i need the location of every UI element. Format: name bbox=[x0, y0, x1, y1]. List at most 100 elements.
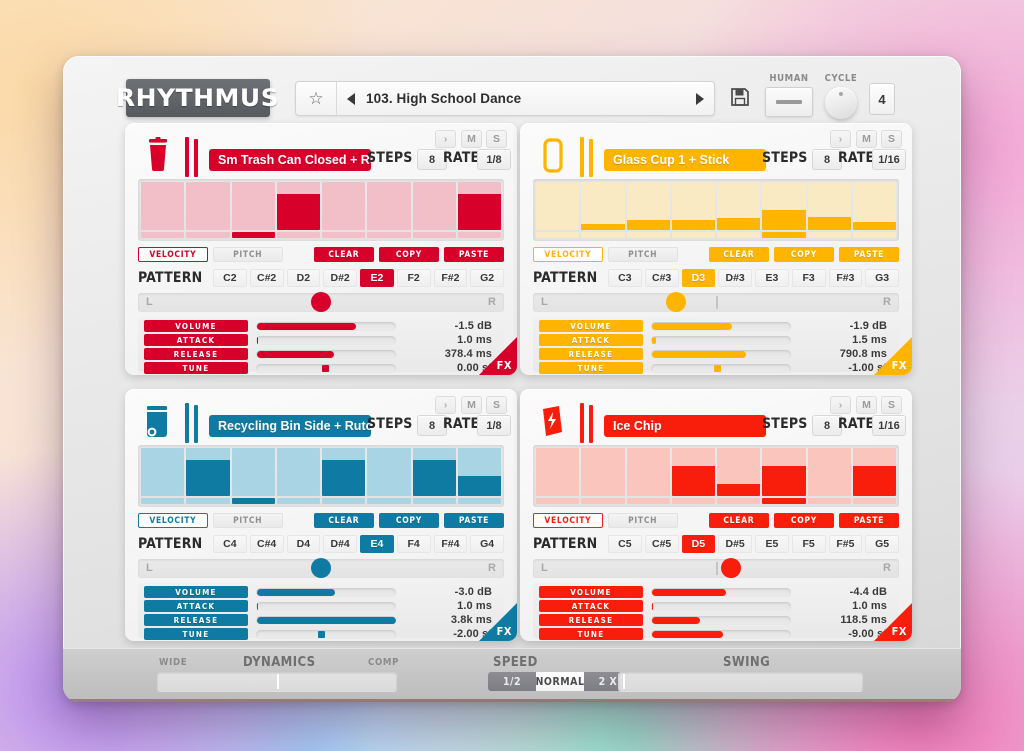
step-bar[interactable] bbox=[852, 182, 896, 230]
step-tick[interactable] bbox=[141, 498, 185, 504]
preset-browser[interactable]: ☆ 103. High School Dance bbox=[295, 81, 715, 116]
step-column[interactable] bbox=[322, 448, 366, 504]
param-slider-volume[interactable] bbox=[256, 587, 396, 597]
step-tick[interactable] bbox=[536, 232, 580, 238]
copy-button[interactable]: COPY bbox=[378, 513, 439, 528]
rate-value[interactable]: 1/16 bbox=[872, 415, 906, 436]
paste-button[interactable]: PASTE bbox=[838, 247, 899, 262]
param-slider-attack[interactable] bbox=[651, 335, 791, 345]
param-label-volume[interactable]: VOLUME bbox=[539, 320, 643, 332]
pattern-note[interactable]: E3 bbox=[755, 269, 789, 287]
param-label-release[interactable]: RELEASE bbox=[539, 348, 643, 360]
param-label-volume[interactable]: VOLUME bbox=[144, 586, 248, 598]
param-label-volume[interactable]: VOLUME bbox=[144, 320, 248, 332]
step-tick[interactable] bbox=[626, 232, 670, 238]
speed-selector[interactable]: 1/2 NORMAL 2 X bbox=[488, 672, 632, 691]
pattern-note[interactable]: C#3 bbox=[644, 269, 679, 287]
step-column[interactable] bbox=[807, 448, 851, 504]
step-bar[interactable] bbox=[186, 448, 230, 496]
step-bar[interactable] bbox=[626, 448, 670, 496]
param-slider-release[interactable] bbox=[256, 349, 396, 359]
fx-corner-button[interactable]: FX bbox=[471, 595, 517, 641]
fx-corner-button[interactable]: FX bbox=[471, 329, 517, 375]
param-label-release[interactable]: RELEASE bbox=[144, 348, 248, 360]
step-column[interactable] bbox=[186, 182, 230, 238]
step-tick[interactable] bbox=[367, 232, 411, 238]
step-tick[interactable] bbox=[852, 232, 896, 238]
step-tick[interactable] bbox=[231, 498, 275, 504]
pan-knob[interactable] bbox=[720, 558, 741, 578]
copy-button[interactable]: COPY bbox=[378, 247, 439, 262]
pattern-note[interactable]: C2 bbox=[213, 269, 247, 287]
param-slider-tune[interactable] bbox=[651, 629, 791, 639]
pattern-note[interactable]: D2 bbox=[286, 269, 321, 287]
step-column[interactable] bbox=[141, 182, 185, 238]
cycle-knob[interactable] bbox=[825, 87, 857, 119]
pattern-note[interactable]: C3 bbox=[608, 269, 642, 287]
velocity-tab[interactable]: VELOCITY bbox=[138, 513, 208, 528]
step-bar[interactable] bbox=[717, 182, 761, 230]
step-bar[interactable] bbox=[852, 448, 896, 496]
solo-button[interactable]: S bbox=[881, 396, 902, 414]
param-slider-volume[interactable] bbox=[651, 321, 791, 331]
pad-expand-arrow-icon[interactable]: › bbox=[435, 396, 456, 414]
step-bar[interactable] bbox=[231, 448, 275, 496]
recycling-bin-icon[interactable] bbox=[141, 403, 175, 443]
step-bar[interactable] bbox=[807, 448, 851, 496]
step-bar[interactable] bbox=[581, 182, 625, 230]
step-bar[interactable] bbox=[367, 182, 411, 230]
rate-value[interactable]: 1/8 bbox=[477, 149, 511, 170]
pattern-note[interactable]: E5 bbox=[755, 535, 789, 553]
clear-button[interactable]: CLEAR bbox=[708, 513, 769, 528]
step-tick[interactable] bbox=[186, 232, 230, 238]
speed-option-0[interactable]: 1/2 bbox=[488, 672, 536, 691]
step-bar[interactable] bbox=[717, 448, 761, 496]
clear-button[interactable]: CLEAR bbox=[313, 513, 374, 528]
pattern-note[interactable]: C#5 bbox=[644, 535, 679, 553]
velocity-tab[interactable]: VELOCITY bbox=[138, 247, 208, 262]
step-column[interactable] bbox=[536, 448, 580, 504]
step-tick[interactable] bbox=[457, 232, 501, 238]
pattern-note[interactable]: G4 bbox=[470, 535, 504, 553]
step-tick[interactable] bbox=[626, 498, 670, 504]
step-bar[interactable] bbox=[581, 448, 625, 496]
step-bar[interactable] bbox=[536, 182, 580, 230]
step-bar[interactable] bbox=[536, 448, 580, 496]
step-tick[interactable] bbox=[762, 232, 806, 238]
pan-knob[interactable] bbox=[311, 558, 331, 578]
pattern-note-active[interactable]: D3 bbox=[681, 269, 716, 287]
step-tick[interactable] bbox=[276, 232, 320, 238]
pan-slider[interactable]: LR bbox=[533, 558, 899, 578]
fx-corner-button[interactable]: FX bbox=[866, 329, 912, 375]
step-column[interactable] bbox=[367, 448, 411, 504]
step-bar[interactable] bbox=[807, 182, 851, 230]
param-label-attack[interactable]: ATTACK bbox=[144, 334, 248, 346]
step-sequencer[interactable] bbox=[138, 179, 504, 241]
rate-value[interactable]: 1/8 bbox=[477, 415, 511, 436]
human-button[interactable] bbox=[765, 87, 813, 117]
save-disk-icon[interactable] bbox=[729, 86, 751, 108]
step-bar[interactable] bbox=[322, 182, 366, 230]
param-label-tune[interactable]: TUNE bbox=[144, 628, 248, 640]
pattern-note[interactable]: F#3 bbox=[828, 269, 863, 287]
paste-button[interactable]: PASTE bbox=[443, 513, 504, 528]
pitch-tab[interactable]: PITCH bbox=[607, 247, 678, 262]
param-label-attack[interactable]: ATTACK bbox=[539, 334, 643, 346]
paste-button[interactable]: PASTE bbox=[443, 247, 504, 262]
param-slider-tune[interactable] bbox=[256, 363, 396, 373]
pattern-note[interactable]: C#4 bbox=[249, 535, 284, 553]
pattern-note[interactable]: D#2 bbox=[323, 269, 357, 287]
step-bar[interactable] bbox=[671, 448, 715, 496]
param-label-tune[interactable]: TUNE bbox=[144, 362, 248, 374]
step-tick[interactable] bbox=[322, 232, 366, 238]
step-column[interactable] bbox=[626, 448, 670, 504]
step-column[interactable] bbox=[231, 448, 275, 504]
step-tick[interactable] bbox=[581, 232, 625, 238]
step-tick[interactable] bbox=[536, 498, 580, 504]
step-tick[interactable] bbox=[581, 498, 625, 504]
preset-field[interactable]: 103. High School Dance bbox=[336, 82, 714, 115]
velocity-tab[interactable]: VELOCITY bbox=[533, 247, 603, 262]
step-column[interactable] bbox=[457, 448, 501, 504]
step-column[interactable] bbox=[626, 182, 670, 238]
paste-button[interactable]: PASTE bbox=[838, 513, 899, 528]
